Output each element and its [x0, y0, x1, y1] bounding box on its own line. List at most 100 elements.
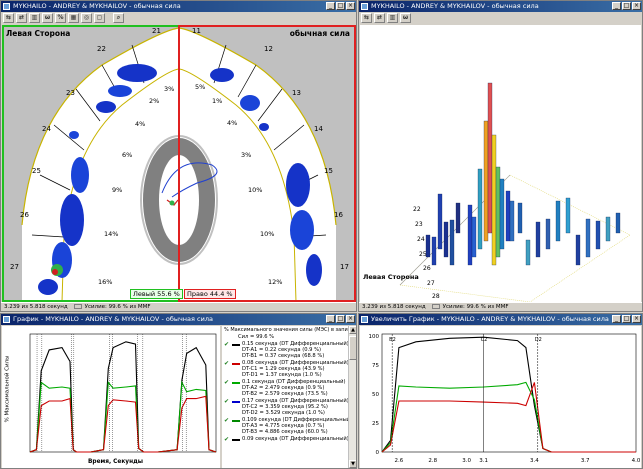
- graph-ylabel: % Максимальной Силы: [4, 355, 11, 423]
- zoom-marker-label: D2: [535, 337, 542, 343]
- mirror-icon[interactable]: ⇄: [16, 13, 27, 23]
- legend-item[interactable]: ✔ 0.1 секунда (DT Дифференциальный) DT-A2 …: [224, 379, 356, 397]
- tooth-percent: 4%: [135, 120, 146, 128]
- teeth-icon[interactable]: ω: [400, 13, 411, 23]
- close-button[interactable]: ×: [632, 2, 641, 10]
- maximize-button[interactable]: □: [622, 2, 631, 10]
- minimize-button[interactable]: _: [612, 2, 621, 10]
- legend-item[interactable]: ✔ 0.09 секунда (DT Дифференциальный): [224, 436, 356, 443]
- force-column: [505, 190, 511, 242]
- force-column: [595, 220, 601, 250]
- swap-icon[interactable]: ⇆: [361, 13, 372, 23]
- force-column: [545, 218, 551, 250]
- legend-line: DT-D2 = 3.529 секунда (1.0 %): [242, 410, 325, 416]
- close-button[interactable]: ×: [346, 2, 355, 10]
- scroll-thumb[interactable]: [349, 336, 356, 360]
- grid-icon[interactable]: ▦: [68, 13, 79, 23]
- x-tick-label: 3.1: [479, 458, 488, 464]
- force-column: [585, 218, 591, 258]
- contour-icon[interactable]: ◎: [81, 13, 92, 23]
- legend-swatch: [232, 382, 240, 384]
- tooth-number: 24: [42, 125, 51, 133]
- legend-text: 0.08 секунда (DT Дифференциальный) DT-C1 …: [242, 360, 349, 378]
- scroll-up-button[interactable]: ▲: [349, 326, 356, 334]
- minimize-button[interactable]: _: [326, 2, 335, 10]
- legend-item[interactable]: ✔ 0.17 секунда (DT Дифференциальный) DT-C2…: [224, 398, 356, 416]
- legend-item[interactable]: ✔ 0.109 секунда (DT Дифференциальный) DT-A…: [224, 417, 356, 435]
- force-column: [615, 212, 621, 234]
- force-column: [431, 236, 437, 266]
- minimize-button[interactable]: _: [326, 315, 335, 323]
- graph-icon[interactable]: ▥: [387, 13, 398, 23]
- force-3d-statusbar: 3.239 из 5.818 секунд Усилие: 99.6 % из M…: [359, 302, 642, 311]
- force-column: [483, 120, 489, 242]
- percent-icon[interactable]: %: [55, 13, 66, 23]
- force-map-canvas[interactable]: Левая Сторона обычная сила 21 22 23 24 2…: [2, 25, 356, 302]
- maximize-button[interactable]: □: [336, 315, 345, 323]
- graph-panel[interactable]: % Максимальной Силы Время, Секунды: [2, 326, 220, 468]
- legend-swatch: [232, 439, 240, 441]
- close-button[interactable]: ×: [632, 315, 641, 323]
- legend-text: 0.1 секунда (DT Дифференциальный) DT-A2 =…: [242, 379, 346, 397]
- legend-item[interactable]: ✔ 0.15 секунда (DT Дифференциальный) DT-A1…: [224, 341, 356, 359]
- swap-icon[interactable]: ⇆: [3, 13, 14, 23]
- x-tick-label: 4.0: [632, 458, 641, 464]
- force-map-window: MYKHAILO - ANDREY & MYKHAILOV - обычная …: [0, 0, 357, 312]
- scroll-down-button[interactable]: ▼: [349, 460, 356, 468]
- axis-tooth: 23: [415, 221, 423, 228]
- maximize-button[interactable]: □: [336, 2, 345, 10]
- zoom-icon[interactable]: ⌕: [113, 13, 124, 23]
- close-button[interactable]: ×: [346, 315, 355, 323]
- tooth-percent: 16%: [98, 278, 113, 286]
- graph-title: График - MYKHAILO - ANDREY & MYKHAILOV -…: [13, 315, 213, 323]
- legend-checkbox[interactable]: ✔: [224, 437, 230, 443]
- force-3d-titlebar[interactable]: MYKHAILO - ANDREY & MYKHAILOV - обычная …: [359, 1, 642, 12]
- x-tick-label: 3.7: [581, 458, 590, 464]
- zoom-graph-titlebar[interactable]: Увеличить График - MYKHAILO - ANDREY & M…: [359, 314, 642, 325]
- legend-scrollbar[interactable]: ▲ ▼: [348, 326, 356, 468]
- time-readout: 3.239 из 5.818 секунд: [4, 304, 68, 310]
- legend-item[interactable]: ✔ 0.08 секунда (DT Дифференциальный) DT-C1…: [224, 360, 356, 378]
- force-map-titlebar[interactable]: MYKHAILO - ANDREY & MYKHAILOV - обычная …: [1, 1, 356, 12]
- legend-checkbox[interactable]: ✔: [224, 380, 230, 386]
- legend-line: DT-B1 = 0.37 секунда (68.8 %): [242, 353, 325, 359]
- legend-text: 0.15 секунда (DT Дифференциальный) DT-A1 …: [242, 341, 349, 359]
- app-icon: [3, 316, 10, 323]
- legend-text: 0.09 секунда (DT Дифференциальный): [242, 436, 349, 442]
- legend-line: 0.09 секунда (DT Дифференциальный): [242, 436, 349, 442]
- y-tick-label: 0: [376, 450, 380, 456]
- tooth-number: 17: [340, 263, 349, 271]
- y-tick-label: 100: [369, 334, 380, 340]
- zoom-graph-panel[interactable]: 100 75 50 25 0 2.6 2.8 3.0 3.1 3.4 3.7 4.0 B2 C2 D2: [360, 326, 641, 468]
- teeth-icon[interactable]: ω: [42, 13, 53, 23]
- legend-swatch: [232, 363, 240, 365]
- tooth-percent: 6%: [122, 151, 133, 159]
- mirror-icon[interactable]: ⇄: [374, 13, 385, 23]
- minimize-button[interactable]: _: [612, 315, 621, 323]
- graph-titlebar[interactable]: График - MYKHAILO - ANDREY & MYKHAILOV -…: [1, 314, 356, 325]
- legend-swatch: [232, 401, 240, 403]
- legend-checkbox[interactable]: ✔: [224, 399, 230, 405]
- legend-checkbox[interactable]: ✔: [224, 361, 230, 367]
- graph-icon[interactable]: ▥: [29, 13, 40, 23]
- force-3d-canvas[interactable]: Левая Сторона 22 23 24 25 26 27 28: [360, 25, 641, 302]
- force-3d-window: MYKHAILO - ANDREY & MYKHAILOV - обычная …: [358, 0, 643, 312]
- app-icon: [3, 3, 10, 10]
- x-tick-label: 3.0: [462, 458, 471, 464]
- maximize-button[interactable]: □: [622, 315, 631, 323]
- tooth-percent: 12%: [268, 278, 283, 286]
- legend-checkbox[interactable]: ✔: [224, 418, 230, 424]
- force-column: [499, 178, 505, 250]
- force-column: [525, 239, 531, 266]
- force-map-toolbar: ⇆ ⇄ ▥ ω % ▦ ◎ ▢ ⌕: [1, 12, 356, 24]
- frame-icon[interactable]: ▢: [94, 13, 105, 23]
- zoom-graph-window: Увеличить График - MYKHAILO - ANDREY & M…: [358, 313, 643, 469]
- force-map-svg: [2, 25, 356, 302]
- app-icon: [361, 3, 368, 10]
- tooth-percent: 3%: [164, 85, 175, 93]
- status-separator: [431, 304, 440, 309]
- x-tick-label: 2.6: [395, 458, 404, 464]
- legend-swatch: [232, 420, 240, 422]
- zoom-graph-svg: 100 75 50 25 0 2.6 2.8 3.0 3.1 3.4 3.7 4.0 B2 C2 D2: [369, 333, 641, 464]
- legend-checkbox[interactable]: ✔: [224, 342, 230, 348]
